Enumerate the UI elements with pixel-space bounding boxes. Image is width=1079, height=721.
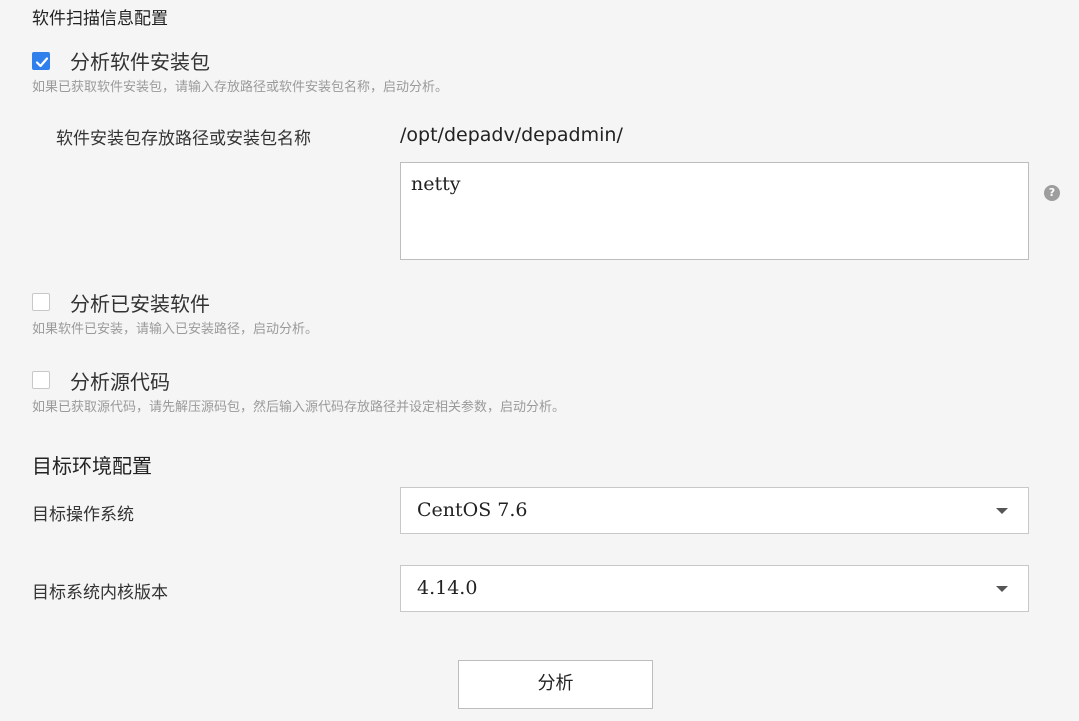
- package-path-label: 软件安装包存放路径或安装包名称: [56, 129, 311, 149]
- analyze-package-checkbox[interactable]: [32, 52, 50, 70]
- target-kernel-value: 4.14.0: [417, 577, 478, 599]
- analyze-source-label[interactable]: 分析源代码: [70, 366, 170, 395]
- analyze-source-hint: 如果已获取源代码，请先解压源码包，然后输入源代码存放路径并设定相关参数，启动分析…: [32, 400, 566, 415]
- package-base-path: /opt/depadv/depadmin/: [400, 124, 623, 146]
- target-section-title: 目标环境配置: [32, 454, 152, 478]
- target-os-value: CentOS 7.6: [417, 499, 528, 521]
- package-name-input[interactable]: [400, 162, 1029, 260]
- target-kernel-select[interactable]: 4.14.0: [400, 565, 1029, 612]
- analyze-installed-checkbox[interactable]: [32, 293, 50, 311]
- chevron-down-icon[interactable]: [996, 586, 1008, 592]
- target-os-select[interactable]: CentOS 7.6: [400, 487, 1029, 534]
- software-scan-config-page: 软件扫描信息配置 分析软件安装包 如果已获取软件安装包，请输入存放路径或软件安装…: [0, 0, 1079, 721]
- target-kernel-label: 目标系统内核版本: [32, 583, 168, 603]
- analyze-package-hint: 如果已获取软件安装包，请输入存放路径或软件安装包名称，启动分析。: [32, 80, 449, 95]
- scan-section-title: 软件扫描信息配置: [32, 9, 168, 29]
- target-os-label: 目标操作系统: [32, 505, 134, 525]
- analyze-source-checkbox[interactable]: [32, 371, 50, 389]
- analyze-installed-hint: 如果软件已安装，请输入已安装路径，启动分析。: [32, 322, 319, 337]
- checkmark-icon: [35, 57, 49, 68]
- chevron-down-icon[interactable]: [996, 508, 1008, 514]
- analyze-installed-label[interactable]: 分析已安装软件: [70, 288, 210, 317]
- question-circle-icon[interactable]: ?: [1044, 185, 1060, 201]
- analyze-button[interactable]: 分析: [458, 660, 653, 709]
- analyze-package-label[interactable]: 分析软件安装包: [70, 46, 210, 75]
